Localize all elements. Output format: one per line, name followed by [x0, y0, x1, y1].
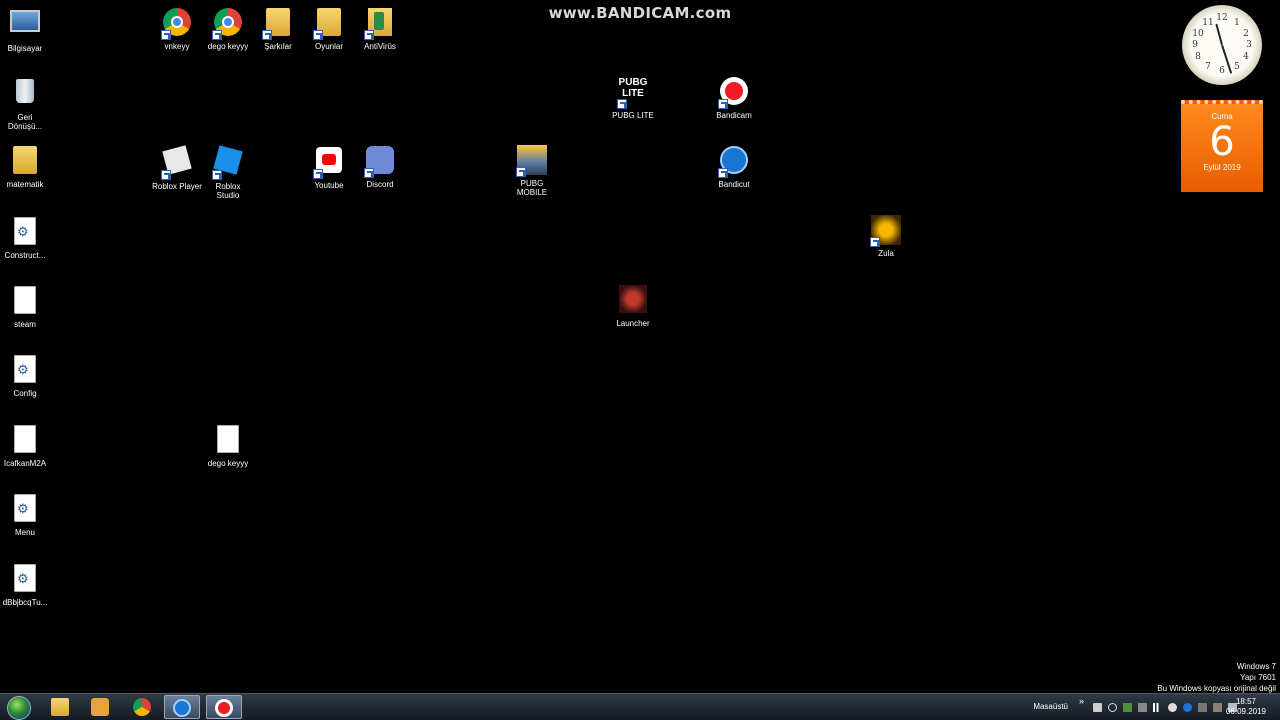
network-signal-icon[interactable] [1153, 703, 1162, 712]
desktop-icon-launcher[interactable]: Launcher [601, 283, 665, 328]
windows-activation-notice: Windows 7 Yapı 7601 Bu Windows kopyası o… [1157, 662, 1276, 693]
clock-numeral: 3 [1246, 40, 1252, 50]
desktop-icon-construct[interactable]: Construct... [0, 214, 57, 260]
clock-numeral: 7 [1205, 62, 1211, 72]
settings-file-icon [14, 355, 36, 383]
desktop-icon-pubg-lite[interactable]: PUBG LITE PUBG LITE [601, 75, 665, 120]
recycle-bin-icon [16, 79, 34, 103]
calendar-month-year: Eylül 2019 [1203, 163, 1241, 172]
desktop-icon-menu[interactable]: Menu [0, 491, 57, 537]
shortcut-arrow-icon [161, 30, 171, 40]
chrome-icon [133, 698, 151, 716]
shortcut-arrow-icon [718, 168, 728, 178]
clock-numeral: 10 [1192, 29, 1204, 39]
desktop-icon-recycle-bin[interactable]: Geri Dönüşü... [0, 75, 57, 131]
desktop-icon-bandicut[interactable]: Bandicut [702, 144, 766, 189]
desktop-toolbar-label[interactable]: Masaüstü [1033, 702, 1068, 711]
computer-icon [10, 10, 40, 32]
clock-numeral: 12 [1216, 13, 1228, 23]
media-player-icon [91, 698, 109, 716]
shortcut-arrow-icon [617, 99, 627, 109]
folder-icon [51, 698, 69, 716]
shortcut-arrow-icon [364, 30, 374, 40]
shortcut-arrow-icon [516, 167, 526, 177]
folder-icon [13, 146, 37, 174]
tray-app-icon[interactable] [1138, 703, 1147, 712]
clock-numeral: 8 [1195, 52, 1201, 62]
shortcut-arrow-icon [718, 99, 728, 109]
settings-file-icon [14, 564, 36, 592]
record-tray-icon-2[interactable] [1168, 703, 1177, 712]
volume-icon[interactable] [1093, 703, 1102, 712]
file-icon [217, 425, 239, 453]
desktop-icon-dbb[interactable]: dBbjbcqTu... [0, 561, 57, 607]
taskbar-media-player[interactable] [82, 695, 118, 719]
shortcut-arrow-icon [313, 169, 323, 179]
launcher-icon [619, 285, 647, 313]
record-tray-icon[interactable] [1108, 703, 1117, 712]
calendar-day: 6 [1209, 119, 1235, 165]
settings-file-icon [14, 217, 36, 245]
windows-orb-icon [7, 696, 31, 720]
clock-numeral: 5 [1234, 62, 1240, 72]
toolbar-chevron-icon[interactable]: » [1079, 696, 1084, 706]
file-icon [14, 425, 36, 453]
clock-gadget[interactable]: 12 1 2 3 4 5 6 7 8 9 10 11 [1182, 5, 1262, 85]
desktop-icon-config[interactable]: Config [0, 352, 57, 398]
desktop-icon-discord[interactable]: Discord [348, 144, 412, 189]
taskbar-clock[interactable]: 18:57 06.09.2019 [1226, 697, 1266, 717]
desktop-icon-icafkan[interactable]: IcafkanM2A [0, 422, 57, 468]
system-tray: Masaüstü » 18:57 06.09.2019 [1020, 694, 1280, 720]
shortcut-arrow-icon [870, 237, 880, 247]
desktop-icon-steam[interactable]: steam [0, 283, 57, 329]
desktop-icon-bandicam[interactable]: Bandicam [702, 75, 766, 120]
tray-app-icon-2[interactable] [1198, 703, 1207, 712]
nvidia-icon[interactable] [1123, 703, 1132, 712]
taskbar: Masaüstü » 18:57 06.09.2019 [0, 693, 1280, 720]
clock-numeral: 4 [1243, 52, 1249, 62]
shortcut-arrow-icon [262, 30, 272, 40]
settings-file-icon [14, 494, 36, 522]
file-icon [14, 286, 36, 314]
clock-numeral: 2 [1243, 29, 1249, 39]
desktop-icon-roblox-studio[interactable]: Roblox Studio [196, 144, 260, 200]
start-button[interactable] [2, 694, 36, 720]
shortcut-arrow-icon [364, 168, 374, 178]
desktop-icon-dego-keyyy-file[interactable]: dego keyyy [196, 422, 260, 468]
taskbar-bandicut[interactable] [164, 695, 200, 719]
desktop-icon-bilgisayar[interactable]: Bilgisayar [0, 6, 57, 53]
taskbar-bandicam[interactable] [206, 695, 242, 719]
shortcut-arrow-icon [212, 170, 222, 180]
desktop-icon-zula[interactable]: Zula [854, 214, 918, 258]
shortcut-arrow-icon [212, 30, 222, 40]
record-icon [215, 699, 233, 717]
clock-numeral: 11 [1202, 18, 1214, 28]
desktop-icon-matematik[interactable]: matematik [0, 144, 57, 189]
shortcut-arrow-icon [313, 30, 323, 40]
clock-numeral: 6 [1219, 66, 1225, 76]
bandicam-watermark: www.BANDICAM.com [548, 4, 732, 22]
bandicut-icon [173, 699, 191, 717]
clock-numeral: 1 [1234, 18, 1240, 28]
clock-hour-hand [1215, 23, 1223, 46]
tray-app-icon-3[interactable] [1213, 703, 1222, 712]
taskbar-explorer[interactable] [42, 695, 78, 719]
taskbar-chrome[interactable] [124, 695, 160, 719]
shortcut-arrow-icon [161, 170, 171, 180]
bandicut-tray-icon[interactable] [1183, 703, 1192, 712]
calendar-gadget[interactable]: Cuma 6 Eylül 2019 [1181, 100, 1263, 192]
desktop-icon-pubg-mobile[interactable]: PUBG MOBILE [500, 144, 564, 197]
clock-numeral: 9 [1192, 40, 1198, 50]
desktop-icon-antivirus[interactable]: AntiVirüs [348, 6, 412, 51]
